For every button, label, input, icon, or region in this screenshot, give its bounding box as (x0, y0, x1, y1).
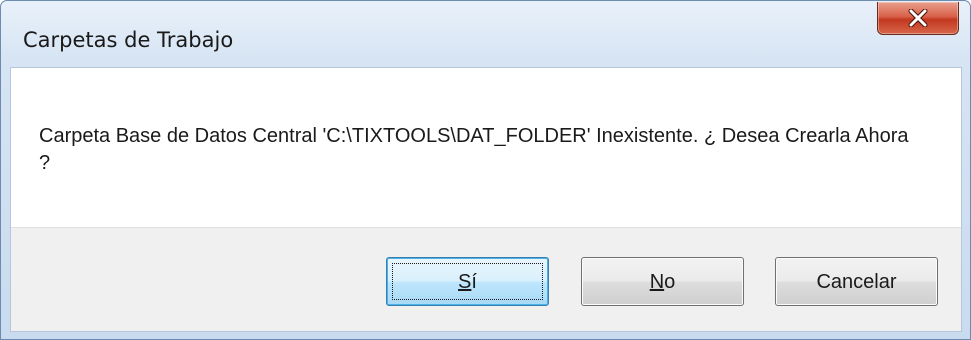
yes-button-label: Sí (458, 271, 477, 293)
yes-mnemonic: S (458, 271, 472, 293)
no-mnemonic: N (649, 271, 665, 293)
dialog-window: Carpetas de Trabajo Carpeta Base de Dato… (0, 0, 971, 340)
no-button-label: No (650, 271, 676, 293)
yes-button[interactable]: Sí (386, 257, 549, 306)
cancel-button[interactable]: Cancelar (775, 257, 938, 306)
message-text: Carpeta Base de Datos Central 'C:\TIXTOO… (39, 125, 909, 174)
no-button[interactable]: No (581, 257, 744, 306)
window-title: Carpetas de Trabajo (23, 28, 234, 52)
yes-label-rest: í (471, 271, 477, 293)
close-button[interactable] (877, 2, 959, 35)
no-label-rest: o (664, 271, 676, 293)
button-bar: Sí No Cancelar (11, 227, 961, 331)
message-area: Carpeta Base de Datos Central 'C:\TIXTOO… (11, 68, 961, 227)
close-icon (908, 9, 928, 27)
dialog-client-area: Carpeta Base de Datos Central 'C:\TIXTOO… (10, 67, 962, 332)
title-bar[interactable]: Carpetas de Trabajo (1, 1, 970, 67)
